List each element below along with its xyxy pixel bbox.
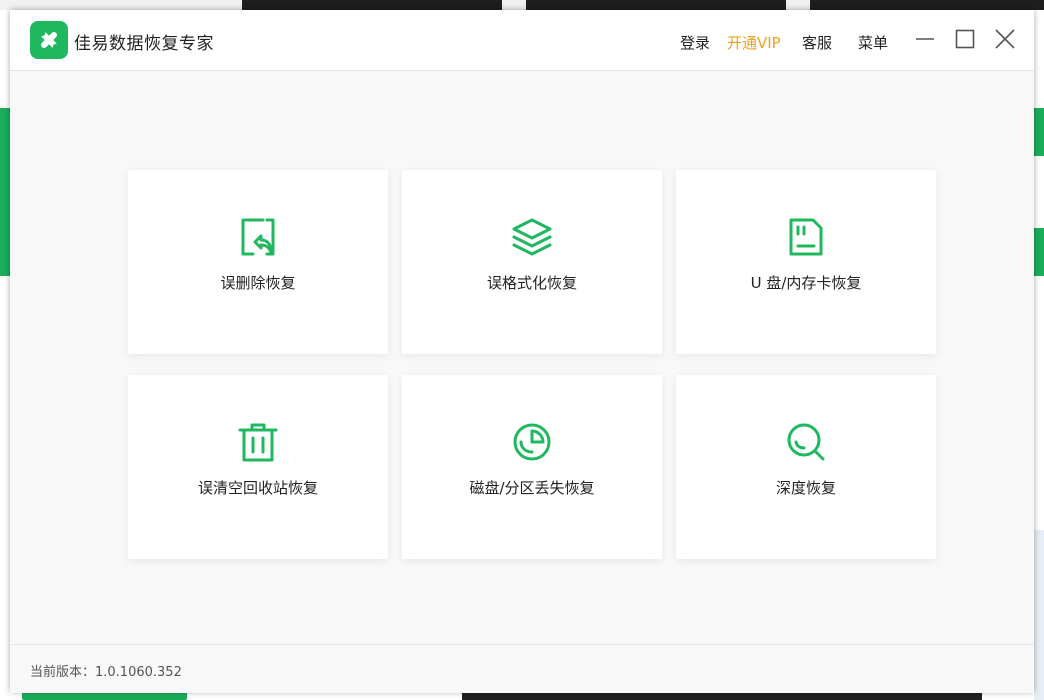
card-label: 误清空回收站恢复 bbox=[197, 479, 318, 497]
pie-chart-icon bbox=[513, 423, 551, 461]
login-link[interactable]: 登录 bbox=[680, 32, 710, 53]
title-bar: 佳易数据恢复专家 登录 开通VIP 客服 菜单 bbox=[10, 10, 1034, 71]
minimize-button[interactable] bbox=[912, 26, 938, 52]
close-icon bbox=[995, 29, 1015, 49]
menu-link[interactable]: 菜单 bbox=[858, 32, 888, 53]
background-thumbnail bbox=[242, 0, 502, 10]
background-thumbnail bbox=[810, 0, 1044, 10]
background-banner bbox=[0, 108, 10, 276]
deep-search-icon bbox=[787, 423, 825, 461]
app-title: 佳易数据恢复专家 bbox=[74, 34, 214, 54]
card-partition-recovery[interactable]: 磁盘/分区丢失恢复 bbox=[402, 375, 662, 559]
card-delete-recovery[interactable]: 误删除恢复 bbox=[128, 170, 388, 354]
card-label: 误格式化恢复 bbox=[486, 274, 577, 292]
service-link[interactable]: 客服 bbox=[802, 32, 832, 53]
app-window: 佳易数据恢复专家 登录 开通VIP 客服 菜单 误删除恢复 误格式化恢复 U 盘… bbox=[10, 10, 1034, 693]
background-banner bbox=[1034, 108, 1044, 156]
sd-card-icon bbox=[789, 218, 823, 256]
app-logo-icon bbox=[38, 29, 60, 51]
card-label: 深度恢复 bbox=[775, 479, 836, 497]
status-footer: 当前版本：1.0.1060.352 bbox=[10, 644, 1034, 693]
card-label: U 盘/内存卡恢复 bbox=[750, 274, 862, 292]
maximize-button[interactable] bbox=[952, 26, 978, 52]
trash-icon bbox=[238, 423, 278, 462]
file-restore-icon bbox=[241, 218, 275, 256]
background-panel bbox=[1034, 530, 1044, 700]
background-thumbnail bbox=[526, 0, 786, 10]
layers-icon bbox=[512, 218, 552, 256]
close-button[interactable] bbox=[992, 26, 1018, 52]
card-deep-recovery[interactable]: 深度恢复 bbox=[676, 375, 936, 559]
maximize-icon bbox=[955, 29, 975, 49]
vip-link[interactable]: 开通VIP bbox=[727, 32, 781, 53]
version-text: 当前版本：1.0.1060.352 bbox=[30, 665, 182, 680]
app-logo bbox=[30, 21, 68, 59]
card-format-recovery[interactable]: 误格式化恢复 bbox=[402, 170, 662, 354]
card-label: 误删除恢复 bbox=[220, 274, 296, 292]
card-label: 磁盘/分区丢失恢复 bbox=[469, 479, 595, 497]
background-banner bbox=[1034, 228, 1044, 276]
card-usb-recovery[interactable]: U 盘/内存卡恢复 bbox=[676, 170, 936, 354]
minimize-icon bbox=[916, 38, 934, 40]
card-recycle-bin-recovery[interactable]: 误清空回收站恢复 bbox=[128, 375, 388, 559]
